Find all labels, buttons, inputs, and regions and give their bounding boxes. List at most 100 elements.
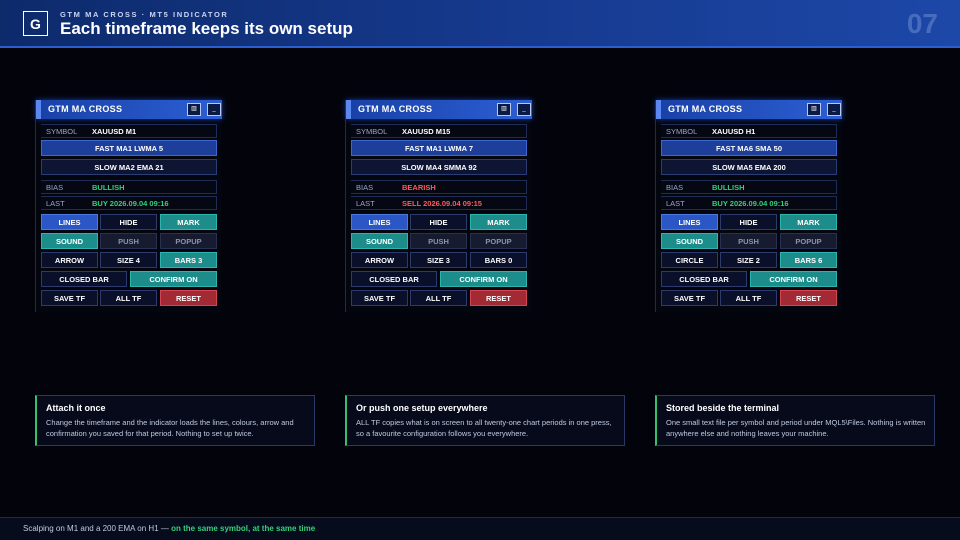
bars-button[interactable]: BARS 3 — [160, 252, 217, 268]
push-button[interactable]: PUSH — [720, 233, 777, 249]
footer-caption: Scalping on M1 and a 200 EMA on H1 — on … — [23, 524, 315, 533]
slow-ma-button[interactable]: SLOW MA2 EMA 21 — [41, 159, 217, 175]
hide-button[interactable]: HIDE — [410, 214, 467, 230]
sound-button[interactable]: SOUND — [661, 233, 718, 249]
closed-bar-button[interactable]: CLOSED BAR — [41, 271, 127, 287]
symbol-label: SYMBOL — [666, 127, 698, 136]
symbol-value: XAUUSD M15 — [402, 127, 451, 136]
bias-label: BIAS — [356, 183, 374, 192]
footer-highlight: on the same symbol, at the same time — [171, 524, 316, 533]
lines-button[interactable]: LINES — [351, 214, 408, 230]
last-signal-value: BUY 2026.09.04 09:16 — [712, 199, 789, 208]
popup-button[interactable]: POPUP — [160, 233, 217, 249]
all-tf-button[interactable]: ALL TF — [100, 290, 157, 306]
all-tf-button[interactable]: ALL TF — [720, 290, 777, 306]
bars-button[interactable]: BARS 0 — [470, 252, 527, 268]
confirm-button[interactable]: CONFIRM ON — [750, 271, 837, 287]
last-signal-row: LAST BUY 2026.09.04 09:16 — [41, 196, 217, 210]
save-tf-button[interactable]: SAVE TF — [351, 290, 408, 306]
bias-label: BIAS — [666, 183, 684, 192]
all-tf-button[interactable]: ALL TF — [410, 290, 467, 306]
bars-button[interactable]: BARS 6 — [780, 252, 837, 268]
popup-button[interactable]: POPUP — [780, 233, 837, 249]
minimize-icon[interactable]: _ — [207, 103, 221, 116]
closed-bar-button[interactable]: CLOSED BAR — [351, 271, 437, 287]
last-signal-row: LAST BUY 2026.09.04 09:16 — [661, 196, 837, 210]
shape-button[interactable]: ARROW — [351, 252, 408, 268]
indicator-panel-m15: GTM MA CROSS ▥ _ SYMBOL XAUUSD M15 FAST … — [345, 100, 532, 312]
fast-ma-button[interactable]: FAST MA1 LWMA 7 — [351, 140, 527, 156]
panel-title: GTM MA CROSS — [358, 104, 433, 114]
fast-ma-button[interactable]: FAST MA6 SMA 50 — [661, 140, 837, 156]
maximize-icon[interactable]: ▥ — [497, 103, 511, 116]
confirm-button[interactable]: CONFIRM ON — [130, 271, 217, 287]
lines-button[interactable]: LINES — [41, 214, 98, 230]
panel-title: GTM MA CROSS — [668, 104, 743, 114]
last-label: LAST — [46, 199, 65, 208]
last-signal-row: LAST SELL 2026.09.04 09:15 — [351, 196, 527, 210]
card-body: Change the timeframe and the indicator l… — [46, 418, 294, 438]
card-title: Or push one setup everywhere — [356, 403, 488, 413]
save-tf-button[interactable]: SAVE TF — [661, 290, 718, 306]
last-label: LAST — [356, 199, 375, 208]
sound-button[interactable]: SOUND — [351, 233, 408, 249]
sound-button[interactable]: SOUND — [41, 233, 98, 249]
slow-ma-button[interactable]: SLOW MA4 SMMA 92 — [351, 159, 527, 175]
panel-titlebar[interactable]: GTM MA CROSS ▥ _ — [656, 100, 842, 119]
bias-label: BIAS — [46, 183, 64, 192]
maximize-icon[interactable]: ▥ — [807, 103, 821, 116]
last-signal-value: BUY 2026.09.04 09:16 — [92, 199, 169, 208]
reset-button[interactable]: RESET — [160, 290, 217, 306]
mark-button[interactable]: MARK — [780, 214, 837, 230]
footer-text: Scalping on M1 and a 200 EMA on H1 — — [23, 524, 172, 533]
size-button[interactable]: SIZE 2 — [720, 252, 777, 268]
save-tf-button[interactable]: SAVE TF — [41, 290, 98, 306]
symbol-label: SYMBOL — [46, 127, 78, 136]
slow-ma-button[interactable]: SLOW MA5 EMA 200 — [661, 159, 837, 175]
popup-button[interactable]: POPUP — [470, 233, 527, 249]
bias-row: BIAS BULLISH — [41, 180, 217, 194]
slide-header: G GTM MA CROSS · MT5 INDICATOR Each time… — [0, 0, 960, 48]
panel-titlebar[interactable]: GTM MA CROSS ▥ _ — [36, 100, 222, 119]
symbol-row: SYMBOL XAUUSD H1 — [661, 124, 837, 138]
panel-titlebar[interactable]: GTM MA CROSS ▥ _ — [346, 100, 532, 119]
card-body: One small text file per symbol and perio… — [666, 418, 926, 438]
hide-button[interactable]: HIDE — [720, 214, 777, 230]
push-button[interactable]: PUSH — [410, 233, 467, 249]
hide-button[interactable]: HIDE — [100, 214, 157, 230]
reset-button[interactable]: RESET — [470, 290, 527, 306]
last-signal-value: SELL 2026.09.04 09:15 — [402, 199, 482, 208]
bias-value: BULLISH — [92, 183, 125, 192]
minimize-icon[interactable]: _ — [827, 103, 841, 116]
info-card-push: Or push one setup everywhere ALL TF copi… — [345, 395, 625, 446]
mark-button[interactable]: MARK — [160, 214, 217, 230]
maximize-icon[interactable]: ▥ — [187, 103, 201, 116]
card-title: Attach it once — [46, 403, 106, 413]
brand-logo: G — [23, 11, 48, 36]
bias-value: BEARISH — [402, 183, 436, 192]
bias-row: BIAS BEARISH — [351, 180, 527, 194]
push-button[interactable]: PUSH — [100, 233, 157, 249]
fast-ma-button[interactable]: FAST MA1 LWMA 5 — [41, 140, 217, 156]
size-button[interactable]: SIZE 3 — [410, 252, 467, 268]
size-button[interactable]: SIZE 4 — [100, 252, 157, 268]
card-body: ALL TF copies what is on screen to all t… — [356, 418, 612, 438]
page-number: 07 — [906, 8, 938, 39]
shape-button[interactable]: CIRCLE — [661, 252, 718, 268]
closed-bar-button[interactable]: CLOSED BAR — [661, 271, 747, 287]
indicator-panel-h1: GTM MA CROSS ▥ _ SYMBOL XAUUSD H1 FAST M… — [655, 100, 842, 312]
mark-button[interactable]: MARK — [470, 214, 527, 230]
shape-button[interactable]: ARROW — [41, 252, 98, 268]
last-label: LAST — [666, 199, 685, 208]
minimize-icon[interactable]: _ — [517, 103, 531, 116]
symbol-label: SYMBOL — [356, 127, 388, 136]
page-title: Each timeframe keeps its own setup — [60, 19, 353, 38]
header-kicker: GTM MA CROSS · MT5 INDICATOR — [60, 10, 229, 19]
card-title: Stored beside the terminal — [666, 403, 780, 413]
symbol-row: SYMBOL XAUUSD M1 — [41, 124, 217, 138]
confirm-button[interactable]: CONFIRM ON — [440, 271, 527, 287]
reset-button[interactable]: RESET — [780, 290, 837, 306]
symbol-value: XAUUSD M1 — [92, 127, 137, 136]
lines-button[interactable]: LINES — [661, 214, 718, 230]
symbol-value: XAUUSD H1 — [712, 127, 756, 136]
